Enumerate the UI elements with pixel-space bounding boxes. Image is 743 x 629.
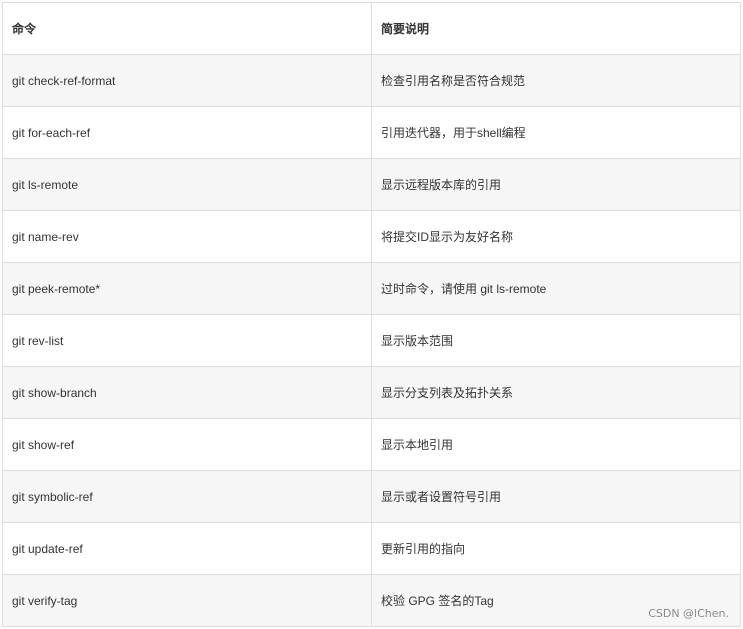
- description-cell: 显示版本范围: [371, 314, 741, 367]
- header-command: 命令: [2, 2, 372, 55]
- description-cell: 更新引用的指向: [371, 522, 741, 575]
- table-row: git rev-list 显示版本范围: [2, 314, 741, 367]
- description-cell: 引用迭代器，用于shell编程: [371, 106, 741, 159]
- table-header-row: 命令 简要说明: [2, 2, 741, 55]
- description-cell: 显示分支列表及拓扑关系: [371, 366, 741, 419]
- table-row: git peek-remote* 过时命令，请使用 git ls-remote: [2, 262, 741, 315]
- command-cell: git rev-list: [2, 314, 372, 367]
- command-cell: git show-branch: [2, 366, 372, 419]
- command-table-container: 命令 简要说明 git check-ref-format 检查引用名称是否符合规…: [2, 2, 741, 627]
- table-row: git for-each-ref 引用迭代器，用于shell编程: [2, 106, 741, 159]
- table-row: git show-branch 显示分支列表及拓扑关系: [2, 366, 741, 419]
- command-cell: git for-each-ref: [2, 106, 372, 159]
- description-cell: 显示或者设置符号引用: [371, 470, 741, 523]
- table-row: git update-ref 更新引用的指向: [2, 522, 741, 575]
- command-cell: git update-ref: [2, 522, 372, 575]
- description-cell: 显示本地引用: [371, 418, 741, 471]
- command-cell: git verify-tag: [2, 574, 372, 627]
- table-row: git verify-tag 校验 GPG 签名的Tag: [2, 574, 741, 627]
- description-cell: 显示远程版本库的引用: [371, 158, 741, 211]
- command-cell: git symbolic-ref: [2, 470, 372, 523]
- command-cell: git check-ref-format: [2, 54, 372, 107]
- description-cell: 检查引用名称是否符合规范: [371, 54, 741, 107]
- table-row: git symbolic-ref 显示或者设置符号引用: [2, 470, 741, 523]
- description-cell: 过时命令，请使用 git ls-remote: [371, 262, 741, 315]
- csdn-watermark: CSDN @lChen.: [648, 607, 729, 620]
- command-table: 命令 简要说明 git check-ref-format 检查引用名称是否符合规…: [2, 2, 741, 627]
- command-cell: git name-rev: [2, 210, 372, 263]
- command-cell: git show-ref: [2, 418, 372, 471]
- command-cell: git ls-remote: [2, 158, 372, 211]
- command-cell: git peek-remote*: [2, 262, 372, 315]
- table-row: git show-ref 显示本地引用: [2, 418, 741, 471]
- table-row: git check-ref-format 检查引用名称是否符合规范: [2, 54, 741, 107]
- header-description: 简要说明: [371, 2, 741, 55]
- table-row: git name-rev 将提交ID显示为友好名称: [2, 210, 741, 263]
- description-cell: 将提交ID显示为友好名称: [371, 210, 741, 263]
- table-row: git ls-remote 显示远程版本库的引用: [2, 158, 741, 211]
